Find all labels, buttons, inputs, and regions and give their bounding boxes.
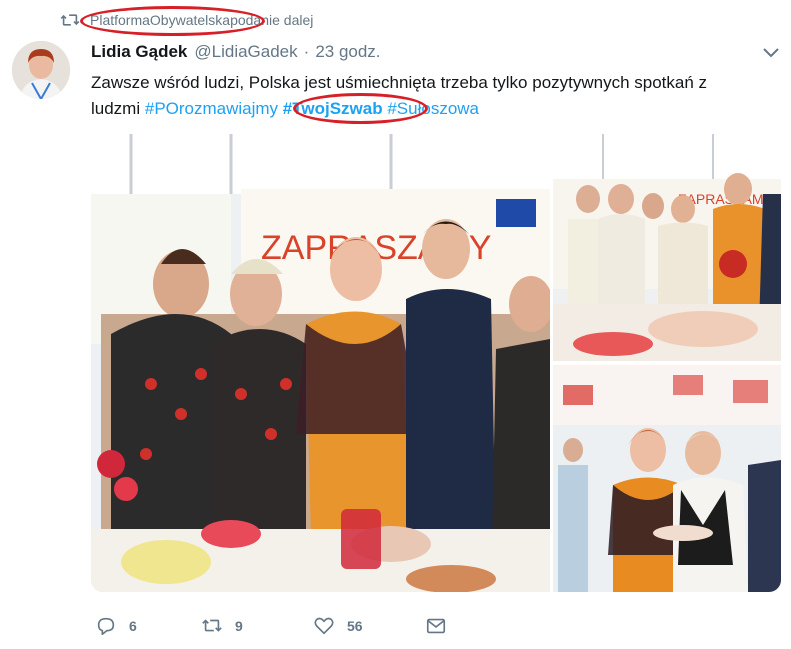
reply-count: 6 [129, 618, 137, 634]
like-button[interactable]: 56 [313, 615, 425, 637]
retweet-icon [60, 14, 80, 26]
separator: · [303, 42, 310, 61]
photo-main[interactable]: ZAPRASZAMY [91, 134, 550, 592]
photo-top-right[interactable]: ZAPRASZAMY [553, 134, 781, 361]
hashtag-suloszowa[interactable]: #Sułoszowa [387, 99, 479, 118]
heart-icon [314, 617, 334, 635]
tweet-header: Lidia Gądek @LidiaGadek · 23 godz. [91, 42, 381, 62]
photo-bottom-right[interactable] [553, 365, 781, 592]
tweet-text-line-1: Zawsze wśród ludzi, Polska jest uśmiechn… [91, 73, 708, 92]
tweet-text: Zawsze wśród ludzi, Polska jest uśmiechn… [91, 70, 781, 122]
timestamp[interactable]: 23 godz. [315, 42, 380, 62]
retweet-header: PlatformaObywatelska podanie dalej [60, 9, 313, 31]
envelope-icon [426, 618, 446, 634]
retweet-label: podanie dalej [230, 12, 314, 28]
tweet-text-line-2: ludzmi #POrozmawiajmy #TwojSzwab #Sułosz… [91, 96, 781, 122]
tweet-actions: 6 9 56 [95, 612, 459, 640]
photo-bottom-right-image [553, 365, 781, 592]
chevron-down-icon[interactable] [762, 46, 780, 60]
retweet-button[interactable]: 9 [201, 615, 313, 637]
retweet-count: 9 [235, 618, 243, 634]
avatar[interactable] [12, 41, 70, 99]
author-name[interactable]: Lidia Gądek [91, 42, 187, 62]
author-handle[interactable]: @LidiaGadek [194, 42, 297, 62]
retweet-account-link[interactable]: PlatformaObywatelska [90, 12, 230, 28]
retweet-icon [202, 619, 222, 632]
photo-main-image: ZAPRASZAMY [91, 134, 550, 592]
tweet-text-segment: ludzmi [91, 99, 145, 118]
direct-message-button[interactable] [425, 615, 459, 637]
like-count: 56 [347, 618, 363, 634]
avatar-photo [12, 41, 70, 99]
hashtag-porozmawiajmy[interactable]: #POrozmawiajmy [145, 99, 278, 118]
reply-icon [97, 617, 115, 636]
hashtag-twojszwab[interactable]: #TwojSzwab [283, 99, 383, 118]
reply-button[interactable]: 6 [95, 615, 201, 637]
photo-top-right-image: ZAPRASZAMY [553, 134, 781, 361]
media-grid: ZAPRASZAMY ZAPRASZAMY [91, 134, 781, 592]
